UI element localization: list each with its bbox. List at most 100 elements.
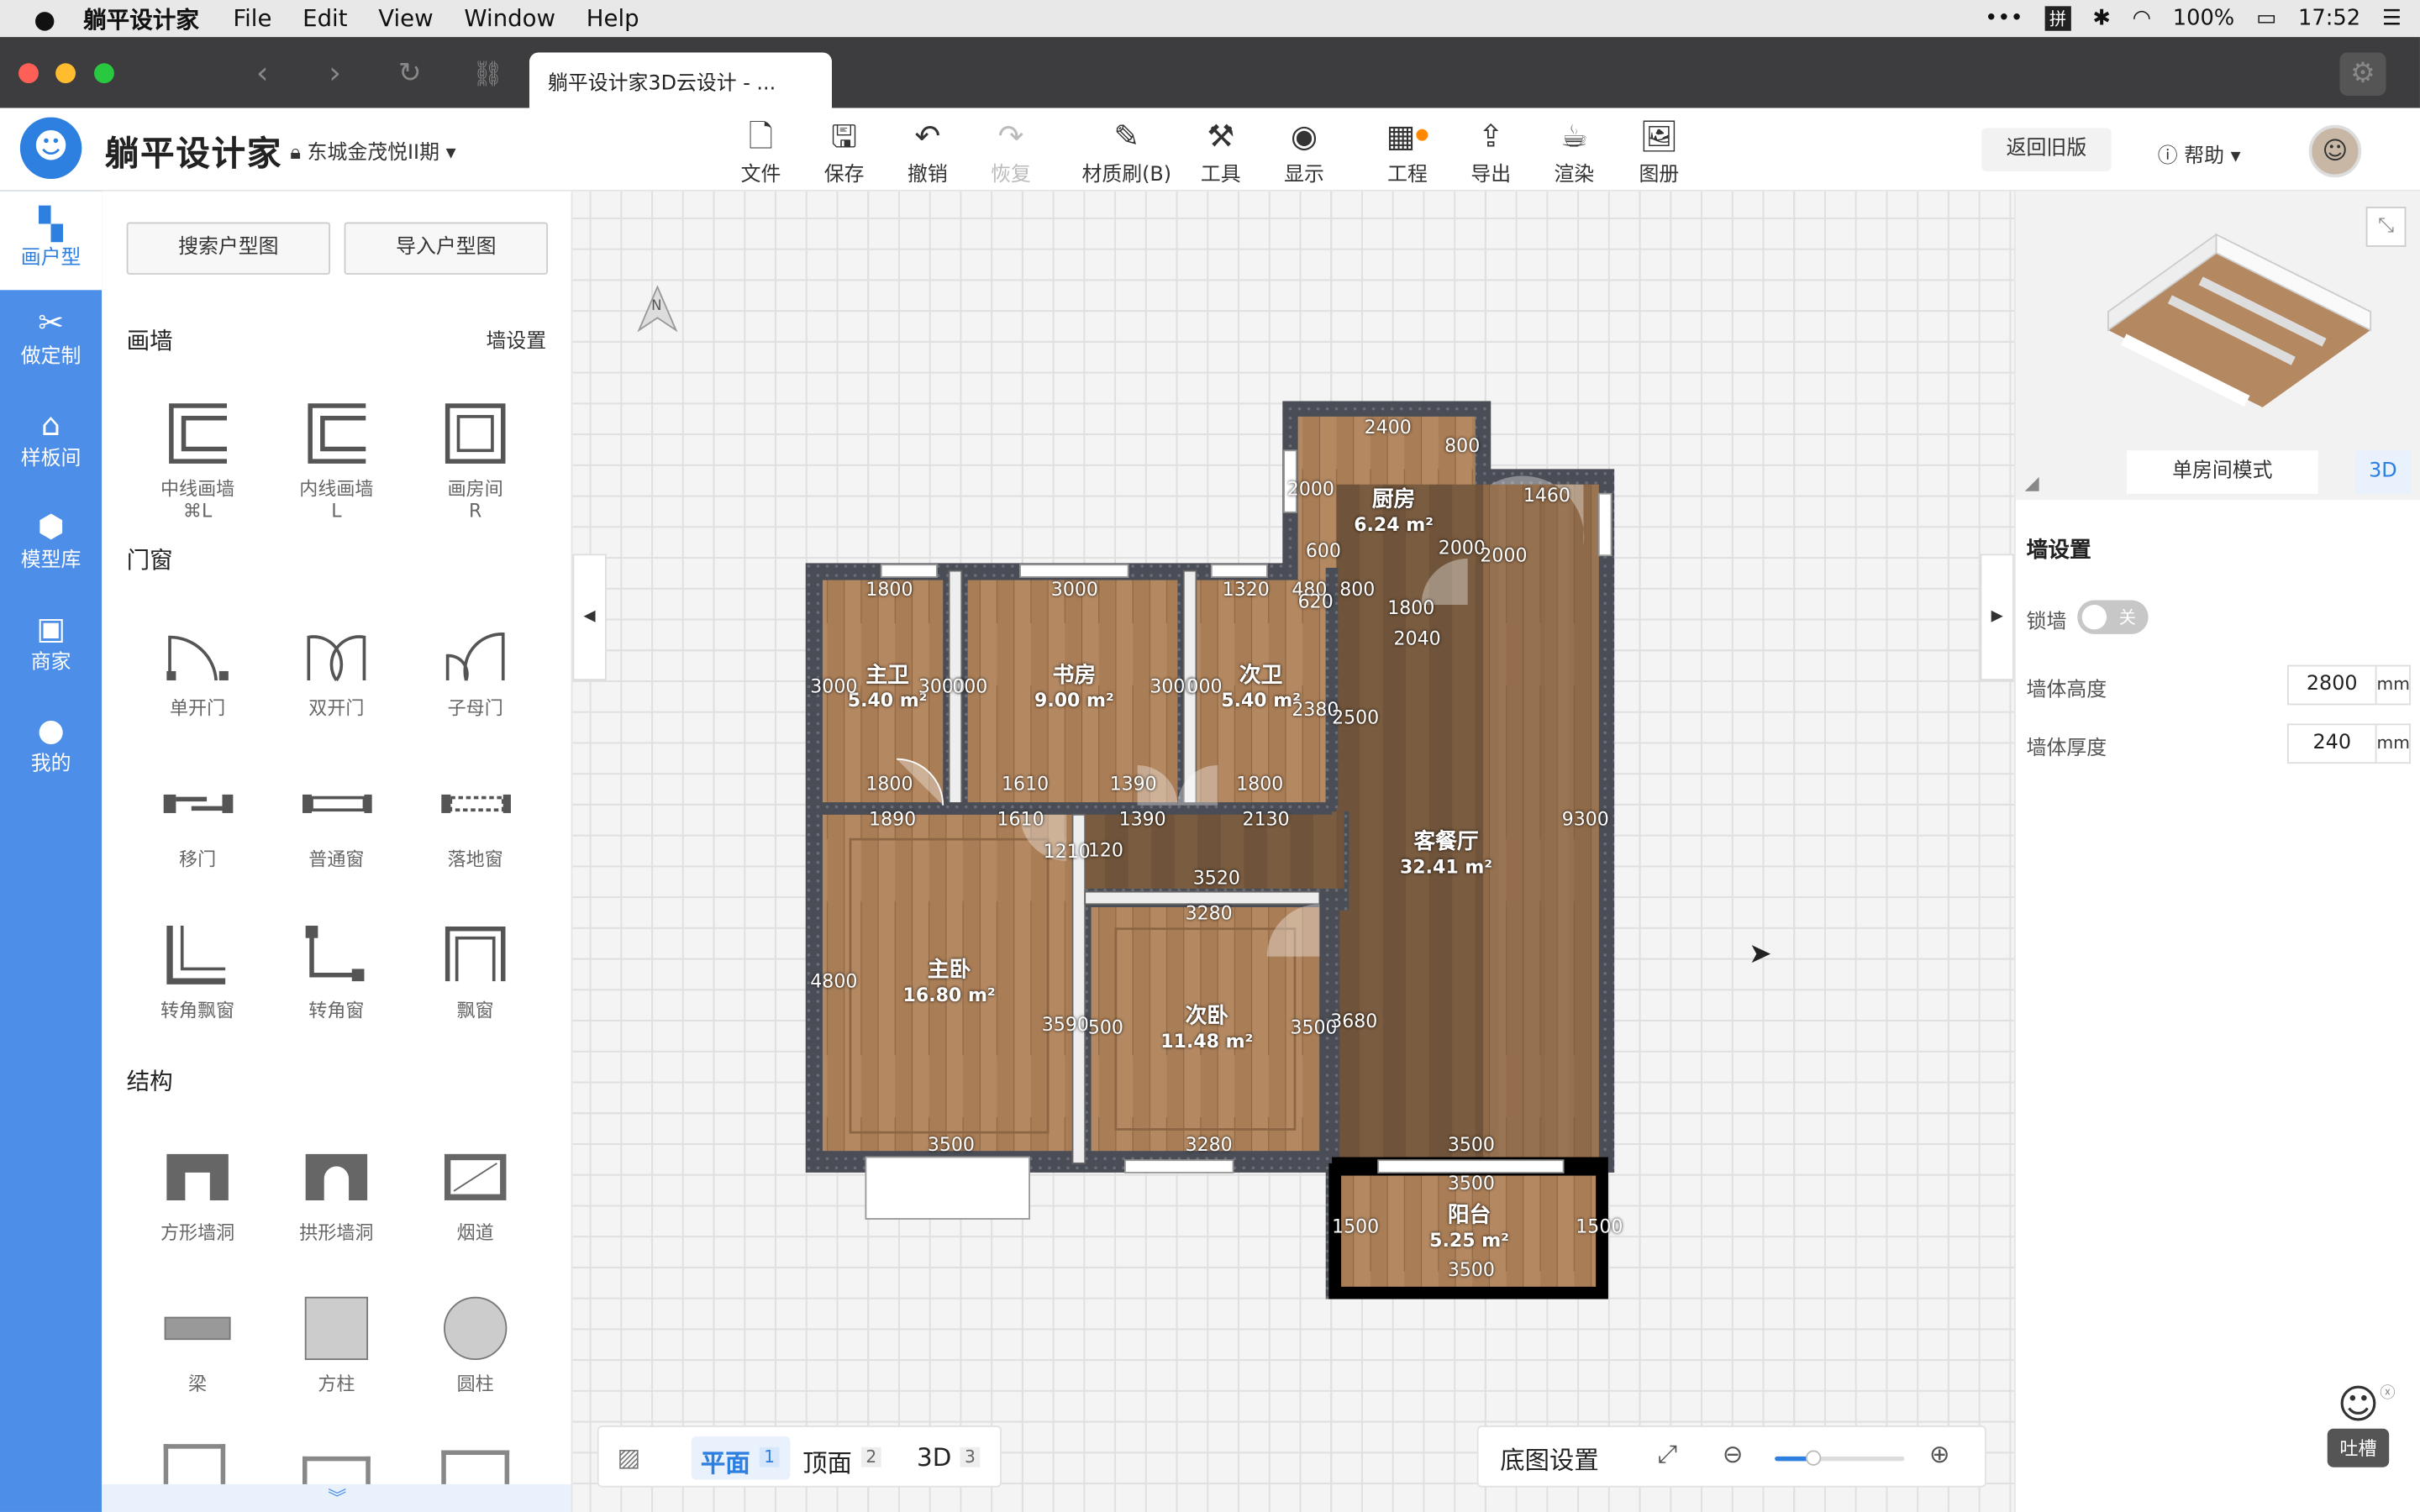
tool-square-hole[interactable]: 方形墙洞	[128, 1142, 266, 1243]
input-method-icon[interactable]: 拼	[2044, 6, 2071, 31]
tool-square-column[interactable]: 方柱	[267, 1293, 406, 1394]
more-icon[interactable]: •••	[1985, 6, 2023, 30]
item-label: 转角窗	[308, 1000, 365, 1021]
tool-innerline-wall[interactable]: 内线画墙 L	[267, 398, 406, 522]
fit-screen-icon[interactable]: ⤢	[1658, 1440, 1678, 1471]
tool-normal-window[interactable]: 普通窗	[267, 769, 406, 870]
avatar[interactable]: ☺	[2308, 124, 2362, 178]
tab-plan[interactable]: 平面 1	[691, 1436, 791, 1480]
expand-preview-icon[interactable]: ⤡	[2365, 207, 2407, 247]
tool-corner-bay-window[interactable]: 转角飘窗	[128, 920, 266, 1021]
design-canvas[interactable]: ◀ ▶ N 厨房 6.24 m² 主卫 5.40 m² 书房 9.00 m² 次…	[572, 191, 2014, 1512]
floor-plan[interactable]	[572, 192, 2013, 1512]
help-menu[interactable]: ⓘ 帮助 ▾	[2158, 139, 2241, 169]
wall-settings-link[interactable]: 墙设置	[487, 324, 547, 354]
feedback-widget[interactable]: ☺ 吐槽 ⓧ	[2327, 1383, 2396, 1475]
menu-file[interactable]: File	[233, 5, 271, 33]
zoom-in-icon[interactable]: ⊕	[1929, 1440, 1950, 1469]
tab-3d[interactable]: 3D 3	[913, 1436, 1000, 1479]
close-icon[interactable]: ⓧ	[2380, 1379, 2395, 1402]
close-window-icon[interactable]	[18, 63, 39, 84]
search-floorplan-button[interactable]: 搜索户型图	[126, 222, 331, 275]
back-icon[interactable]: ‹	[256, 54, 269, 91]
expand-more-icon[interactable]: ︾	[102, 1483, 571, 1512]
zoom-window-icon[interactable]	[94, 63, 114, 84]
single-room-mode-button[interactable]: 单房间模式	[2126, 450, 2318, 494]
minimize-window-icon[interactable]	[55, 63, 76, 84]
tool-beam[interactable]: 梁	[128, 1293, 266, 1394]
apple-icon[interactable]: ●	[34, 4, 55, 34]
control-center-icon[interactable]: ☰	[2382, 6, 2402, 30]
sidebar-item-draw-floorplan[interactable]: ▚ 画户型	[0, 191, 103, 291]
tool-project[interactable]: ▦● 工程	[1369, 114, 1446, 187]
tool-save[interactable]: 🖫 保存	[806, 114, 883, 187]
tool-file[interactable]: 🗋 文件	[723, 114, 800, 187]
tool-double-door[interactable]: 双开门	[267, 617, 406, 719]
tool-arch-hole[interactable]: 拱形墙洞	[267, 1142, 406, 1243]
sidebar-item-showroom[interactable]: ⌂ 样板间	[0, 392, 102, 491]
item-label: 移门	[179, 848, 217, 870]
browser-tab[interactable]: 躺平设计家3D云设计 - ...	[529, 52, 832, 108]
sidebar-item-custom[interactable]: ✂ 做定制	[0, 290, 102, 389]
menubar-app-name[interactable]: 躺平设计家	[83, 3, 199, 35]
forward-icon[interactable]: ›	[329, 54, 341, 91]
dim-label: 1500	[1576, 1215, 1623, 1238]
tool-album[interactable]: 🖼︎ 图册	[1621, 114, 1698, 187]
link-icon[interactable]: ⛓	[472, 59, 503, 88]
room-label-living: 客餐厅 32.41 m²	[1385, 830, 1508, 879]
tool-sliding-door[interactable]: 移门	[128, 769, 266, 870]
tool-render[interactable]: ☕︎ 渲染	[1536, 114, 1613, 187]
zoom-slider-handle[interactable]	[1806, 1450, 1822, 1466]
menu-view[interactable]: View	[378, 5, 433, 33]
wall-thickness-input[interactable]: 240	[2286, 723, 2377, 764]
tool-display[interactable]: ◉ 显示	[1265, 114, 1343, 187]
tool-draw-room[interactable]: 画房间 R	[406, 398, 544, 522]
resize-handle-icon[interactable]: ◢	[2025, 472, 2039, 494]
menu-window[interactable]: Window	[464, 5, 555, 33]
tool-undo[interactable]: ↶ 撤销	[889, 114, 966, 187]
tool-round-column[interactable]: 圆柱	[406, 1293, 544, 1394]
tool-export[interactable]: ⇪ 导出	[1452, 114, 1529, 187]
back-to-old-version-button[interactable]: 返回旧版	[1981, 128, 2112, 171]
tool-mother-son-door[interactable]: 子母门	[406, 617, 544, 719]
3d-toggle-button[interactable]: 3D	[2354, 450, 2411, 494]
3d-preview[interactable]: ⤡ ◢ 单房间模式 3D	[2015, 191, 2420, 501]
settings-gear-icon[interactable]: ⚙	[2339, 52, 2386, 96]
hatch-icon[interactable]: ▨	[618, 1442, 641, 1472]
tool-flue[interactable]: 烟道	[406, 1142, 544, 1243]
tool-floor-window[interactable]: 落地窗	[406, 769, 544, 870]
tool-project-label: 工程	[1387, 163, 1428, 187]
tool-single-door[interactable]: 单开门	[128, 617, 266, 719]
tab-ceiling[interactable]: 顶面 2	[799, 1436, 898, 1479]
sidebar-item-mine[interactable]: ● 我的	[0, 697, 102, 796]
zoom-controls: 底图设置 ⤢ ⊖ ⊕	[1476, 1425, 1986, 1488]
tool-bay-window[interactable]: 飘窗	[406, 920, 544, 1021]
bluetooth-icon[interactable]: ✱	[2092, 6, 2111, 30]
tool-redo[interactable]: ↷ 恢复	[972, 114, 1050, 187]
reload-icon[interactable]: ↻	[398, 57, 422, 90]
zoom-out-icon[interactable]: ⊖	[1723, 1440, 1744, 1469]
base-map-settings-button[interactable]: 底图设置	[1500, 1440, 1599, 1477]
tool-centerline-wall[interactable]: 中线画墙 ⌘L	[128, 398, 266, 522]
menu-help[interactable]: Help	[587, 5, 639, 33]
sidebar-item-merchant[interactable]: ▣ 商家	[0, 596, 102, 695]
wall-height-input[interactable]: 2800	[2286, 664, 2377, 706]
tool-tools[interactable]: ⚒ 工具	[1182, 114, 1260, 187]
sidebar-item-model-library[interactable]: ⬢ 模型库	[0, 494, 102, 593]
zoom-slider[interactable]	[1775, 1450, 1905, 1466]
battery-icon[interactable]: ▭	[2256, 6, 2276, 30]
project-name: 东城金茂悦II期	[307, 141, 439, 165]
wifi-icon[interactable]: ◠	[2133, 6, 2151, 30]
import-floorplan-button[interactable]: 导入户型图	[344, 222, 549, 275]
project-selector[interactable]: 🔒︎ 东城金茂悦II期 ▾	[290, 136, 455, 165]
menu-edit[interactable]: Edit	[302, 5, 347, 33]
room-name: 主卧	[927, 958, 971, 983]
room-area: 9.00 m²	[1034, 690, 1114, 711]
lock-wall-toggle[interactable]: 关	[2077, 600, 2149, 634]
clock[interactable]: 17:52	[2298, 6, 2360, 30]
tool-material-brush[interactable]: ✎ 材质刷(B)	[1074, 114, 1179, 187]
flue-icon	[439, 1142, 510, 1212]
dim-label: 500	[1087, 1016, 1123, 1039]
round-column-icon	[439, 1293, 510, 1363]
tool-corner-window[interactable]: 转角窗	[267, 920, 406, 1021]
